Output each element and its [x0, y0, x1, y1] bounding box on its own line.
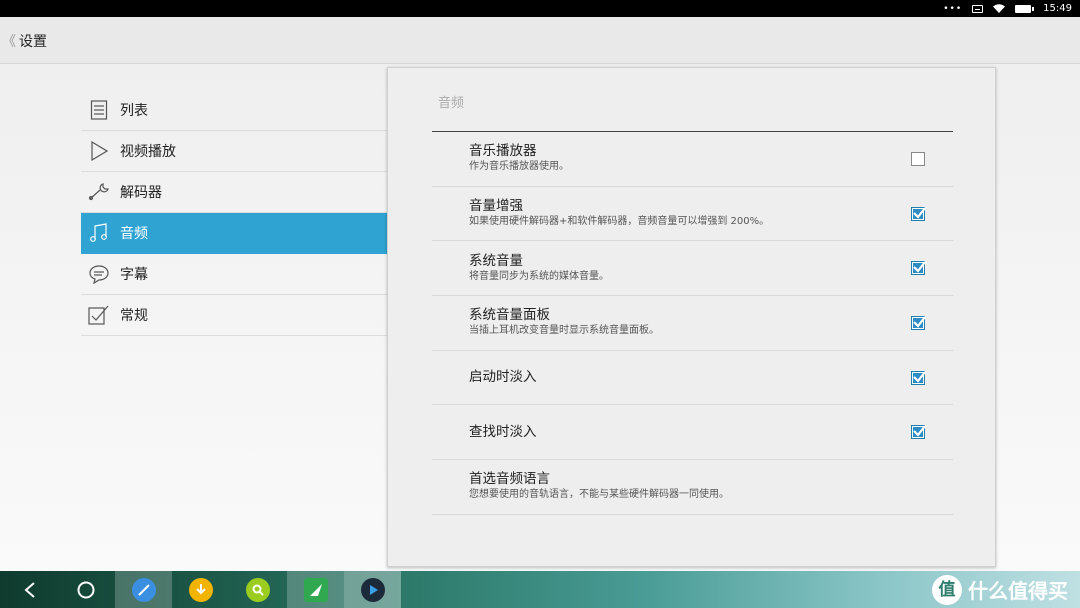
settings-content: 列表 视频播放 解码器 音频 字幕 常规 音频 音乐播放器 作为音乐播放器使用。…	[0, 64, 1080, 571]
menu-item-audio[interactable]: 音频	[81, 213, 387, 254]
system-taskbar: 什么值得买	[0, 571, 1080, 608]
fade-in-on-seek-checkbox[interactable]	[911, 425, 926, 440]
setting-system-volume-panel[interactable]: 系统音量面板 当插上耳机改变音量时显示系统音量面板。	[432, 296, 953, 351]
watermark: 什么值得买	[932, 571, 1068, 608]
setting-description: 如果使用硬件解码器+和软件解码器，音频音量可以增强到 200%。	[469, 216, 770, 228]
setting-text: 音乐播放器 作为音乐播放器使用。	[469, 143, 569, 174]
setting-description: 将音量同步为系统的媒体音量。	[469, 270, 609, 282]
setting-text: 查找时淡入	[469, 424, 537, 441]
menu-item-list[interactable]: 列表	[81, 90, 387, 131]
menu-item-label: 解码器	[120, 185, 162, 201]
menu-item-video-playback[interactable]: 视频播放	[81, 131, 387, 172]
menu-item-decoder[interactable]: 解码器	[81, 172, 387, 213]
nav-back-button[interactable]	[10, 571, 50, 608]
battery-icon	[1015, 4, 1035, 13]
taskbar-app-media-player[interactable]	[344, 571, 401, 608]
page-title: 设置	[19, 33, 47, 50]
taskbar-app-download[interactable]	[172, 571, 229, 608]
nav-back-icon	[24, 581, 35, 598]
music-note-icon	[88, 222, 110, 244]
setting-system-volume[interactable]: 系统音量 将音量同步为系统的媒体音量。	[432, 241, 953, 297]
menu-item-general[interactable]: 常规	[81, 295, 387, 336]
settings-list: 音乐播放器 作为音乐播放器使用。 音量增强 如果使用硬件解码器+和软件解码器，音…	[432, 132, 953, 515]
taskbar-app-search[interactable]	[229, 571, 286, 608]
nav-home-icon	[77, 581, 95, 598]
checkmark-icon	[913, 316, 926, 328]
clock: 15:49	[1043, 3, 1072, 14]
setting-description: 当插上耳机改变音量时显示系统音量面板。	[469, 325, 659, 337]
back-chevron-icon: 《	[2, 33, 16, 50]
setting-title: 音乐播放器	[469, 143, 537, 160]
menu-item-label: 字幕	[120, 267, 148, 283]
menu-item-label: 音频	[120, 226, 148, 242]
checkmark-icon	[913, 370, 926, 383]
fade-in-on-start-checkbox[interactable]	[911, 370, 926, 385]
setting-volume-boost[interactable]: 音量增强 如果使用硬件解码器+和软件解码器，音频音量可以增强到 200%。	[432, 187, 953, 242]
bird-app-icon	[303, 577, 328, 602]
settings-category-menu: 列表 视频播放 解码器 音频 字幕 常规	[81, 90, 387, 336]
setting-text: 首选音频语言 您想要使用的音轨语言，不能与某些硬件解码器一同使用。	[469, 471, 729, 502]
download-icon	[188, 577, 213, 602]
setting-title: 查找时淡入	[469, 423, 537, 440]
music-player-checkbox[interactable]	[911, 151, 925, 166]
taskbar-app-browser[interactable]	[115, 571, 172, 608]
media-player-icon	[360, 577, 385, 602]
back-button[interactable]: 《 设置	[2, 17, 47, 64]
list-icon	[88, 99, 110, 121]
checkmark-icon	[913, 261, 926, 273]
wifi-icon	[993, 4, 1006, 13]
menu-item-label: 视频播放	[120, 144, 176, 160]
status-bar: ••• 15:49	[0, 0, 1080, 17]
menu-item-subtitles[interactable]: 字幕	[81, 254, 387, 295]
keyboard-icon	[972, 4, 984, 13]
play-icon	[88, 140, 110, 162]
checkmark-icon	[913, 425, 926, 437]
setting-title: 首选音频语言	[469, 471, 550, 488]
system-volume-checkbox[interactable]	[911, 261, 926, 276]
setting-title: 系统音量面板	[469, 307, 550, 324]
header-bar: 《 设置	[0, 17, 1080, 64]
taskbar-app-bird[interactable]	[287, 571, 344, 608]
setting-fade-in-on-seek[interactable]: 查找时淡入	[432, 405, 953, 461]
menu-item-label: 列表	[120, 103, 148, 119]
speech-bubble-icon	[88, 263, 110, 285]
setting-title: 系统音量	[469, 252, 523, 269]
volume-boost-checkbox[interactable]	[911, 206, 926, 221]
audio-settings-panel: 音频 音乐播放器 作为音乐播放器使用。 音量增强 如果使用硬件解码器+和软件解码…	[387, 67, 996, 567]
setting-preferred-audio-language[interactable]: 首选音频语言 您想要使用的音轨语言，不能与某些硬件解码器一同使用。	[432, 460, 953, 515]
menu-item-label: 常规	[120, 308, 148, 324]
system-volume-panel-checkbox[interactable]	[911, 315, 926, 330]
setting-music-player[interactable]: 音乐播放器 作为音乐播放器使用。	[432, 132, 953, 187]
setting-title: 启动时淡入	[469, 369, 537, 386]
checklist-icon	[88, 304, 110, 326]
nav-home-button[interactable]	[66, 571, 106, 608]
setting-text: 系统音量 将音量同步为系统的媒体音量。	[469, 253, 609, 284]
search-app-icon	[245, 577, 270, 602]
watermark-logo-icon	[932, 574, 962, 605]
panel-title: 音频	[438, 96, 465, 111]
setting-text: 启动时淡入	[469, 369, 537, 386]
setting-description: 作为音乐播放器使用。	[469, 161, 569, 173]
browser-icon	[131, 577, 156, 602]
checkmark-icon	[913, 206, 926, 219]
watermark-text: 什么值得买	[968, 579, 1068, 603]
wrench-icon	[88, 181, 110, 203]
status-icons: ••• 15:49	[943, 0, 1072, 17]
setting-text: 音量增强 如果使用硬件解码器+和软件解码器，音频音量可以增强到 200%。	[469, 198, 769, 229]
setting-title: 音量增强	[469, 198, 523, 215]
setting-text: 系统音量面板 当插上耳机改变音量时显示系统音量面板。	[469, 307, 659, 338]
overflow-dots: •••	[943, 3, 963, 14]
setting-description: 您想要使用的音轨语言，不能与某些硬件解码器一同使用。	[469, 489, 729, 501]
setting-fade-in-on-start[interactable]: 启动时淡入	[432, 351, 953, 406]
